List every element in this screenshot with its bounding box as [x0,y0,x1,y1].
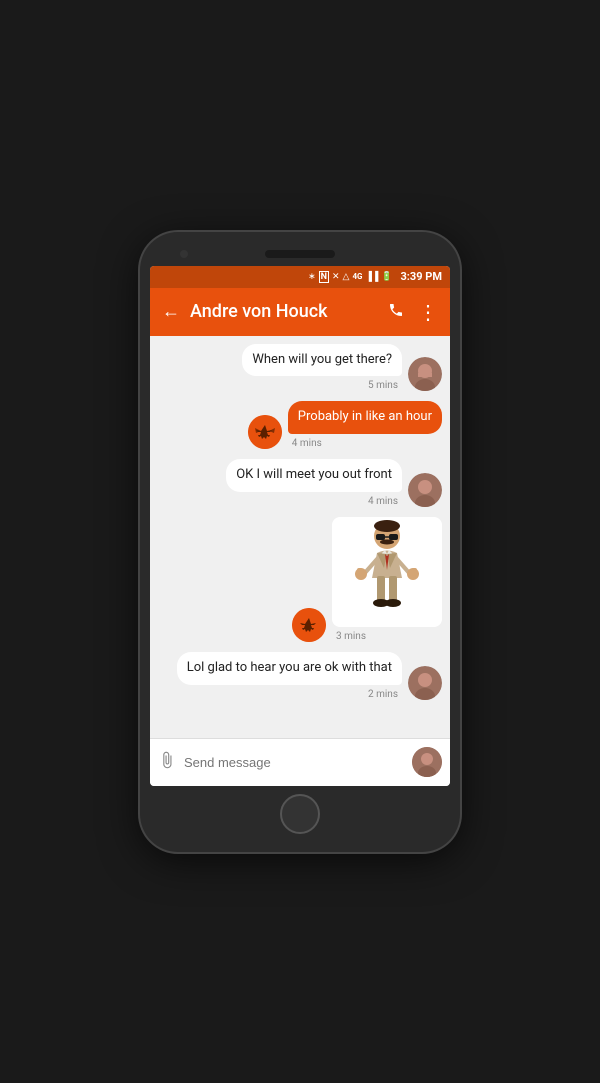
sender-avatar [292,608,326,642]
message-time: 2 mins [364,689,402,700]
message-row: Lol glad to hear you are ok with that 2 … [158,652,442,700]
camera [180,250,188,258]
compose-bar [150,738,450,786]
avatar [408,473,442,507]
avatar [408,357,442,391]
status-time: 3:39 PM [401,270,443,283]
signal-icon: ▐▐ [366,271,379,282]
mute-icon: ✕ [332,272,340,282]
status-bar: ∗ N ✕ △ 4G ▐▐ 🔋 3:39 PM [150,266,450,288]
home-button[interactable] [280,794,320,834]
phone-top [150,250,450,258]
phone-shell: ∗ N ✕ △ 4G ▐▐ 🔋 3:39 PM ← Andre von Houc… [140,232,460,852]
message-bubble: Probably in like an hour [288,401,442,434]
nfc-icon: N [319,271,329,283]
message-row: OK I will meet you out front 4 mins [158,459,442,507]
message-text: Lol glad to hear you are ok with that [187,660,392,675]
message-bubble: Lol glad to hear you are ok with that [177,652,402,685]
message-bubble: When will you get there? [242,344,402,377]
message-row: When will you get there? 5 mins [158,344,442,392]
message-time: 5 mins [364,380,402,391]
call-button[interactable] [388,302,404,322]
message-text: Probably in like an hour [298,409,432,424]
sender-avatar [248,415,282,449]
back-button[interactable]: ← [162,301,180,322]
app-bar: ← Andre von Houck ⋮ [150,288,450,336]
message-input[interactable] [184,755,404,770]
attach-button[interactable] [158,751,176,774]
bluetooth-icon: ∗ [308,272,316,282]
message-text: OK I will meet you out front [236,467,392,482]
more-options-button[interactable]: ⋮ [418,302,438,322]
lte-icon: 4G [352,272,362,281]
battery-icon: 🔋 [381,272,392,282]
message-time: 4 mins [364,496,402,507]
contact-name: Andre von Houck [190,301,378,322]
message-row: 3 mins [158,517,442,642]
speaker [265,250,335,258]
screen: ∗ N ✕ △ 4G ▐▐ 🔋 3:39 PM ← Andre von Houc… [150,266,450,786]
compose-avatar [412,747,442,777]
message-bubble: OK I will meet you out front [226,459,402,492]
status-icons: ∗ N ✕ △ 4G ▐▐ 🔋 [308,271,392,283]
message-time: 3 mins [332,631,370,642]
messages-area: When will you get there? 5 mins [150,336,450,738]
message-time: 4 mins [288,438,326,449]
phone-bottom [150,794,450,834]
message-text: When will you get there? [252,352,392,367]
avatar [408,666,442,700]
sticker-bubble [332,517,442,627]
message-row: Probably in like an hour 4 mins [158,401,442,449]
app-bar-actions: ⋮ [388,302,438,322]
location-icon: △ [343,272,350,282]
